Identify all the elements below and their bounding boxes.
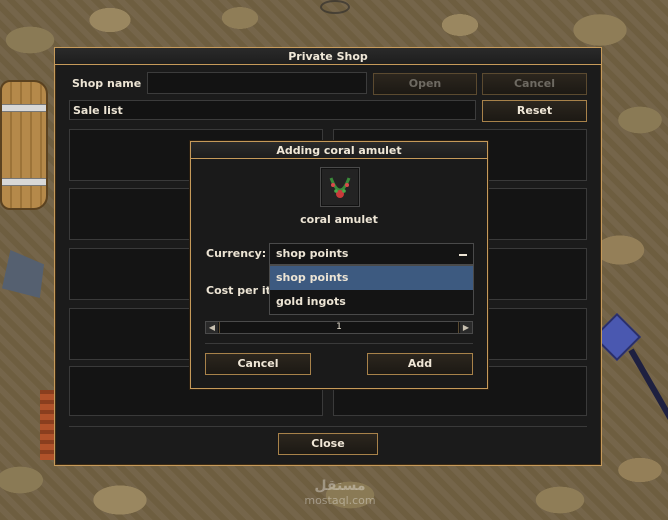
rock-prop [2,250,44,298]
item-name: coral amulet [300,213,378,226]
cost-value[interactable]: 1 [219,322,459,333]
barrel-prop [0,80,48,210]
sale-list-label: Sale list [73,104,123,117]
dialog-divider [205,343,473,344]
rope-prop [320,0,350,14]
currency-option[interactable]: shop points [270,266,473,290]
shop-name-input[interactable] [147,72,367,94]
footer-divider [69,426,587,427]
watermark: مستقل mostaql.com [300,478,380,507]
add-item-dialog: Adding coral amulet coral amulet Currenc… [190,141,488,389]
staff-pole-prop [628,348,668,421]
coral-amulet-icon [320,167,360,207]
reset-button[interactable]: Reset [482,100,587,122]
cost-scrollbar[interactable]: ◀ 1 ▶ [205,321,473,334]
currency-option[interactable]: gold ingots [270,290,473,314]
dialog-add-button[interactable]: Add [367,353,473,375]
dialog-cancel-button[interactable]: Cancel [205,353,311,375]
shop-name-label: Shop name [72,77,142,90]
watermark-logo: مستقل [314,478,366,494]
sale-list-header: Sale list [69,100,476,120]
collapse-icon[interactable] [459,254,467,256]
currency-label: Currency: [206,247,267,260]
scroll-left-arrow-icon[interactable]: ◀ [206,322,218,333]
currency-options-list: shop points gold ingots [269,265,474,315]
watermark-text: mostaql.com [304,494,376,507]
currency-dropdown[interactable]: shop points [269,243,474,265]
open-button[interactable]: Open [373,73,477,95]
scroll-right-arrow-icon[interactable]: ▶ [460,322,472,333]
cancel-button[interactable]: Cancel [482,73,587,95]
dialog-title: Adding coral amulet [191,142,487,159]
cost-label: Cost per ite [206,284,279,297]
currency-selected: shop points [276,247,349,260]
close-button[interactable]: Close [278,433,378,455]
wooden-post-prop [40,390,54,460]
shop-window-title: Private Shop [55,48,601,65]
